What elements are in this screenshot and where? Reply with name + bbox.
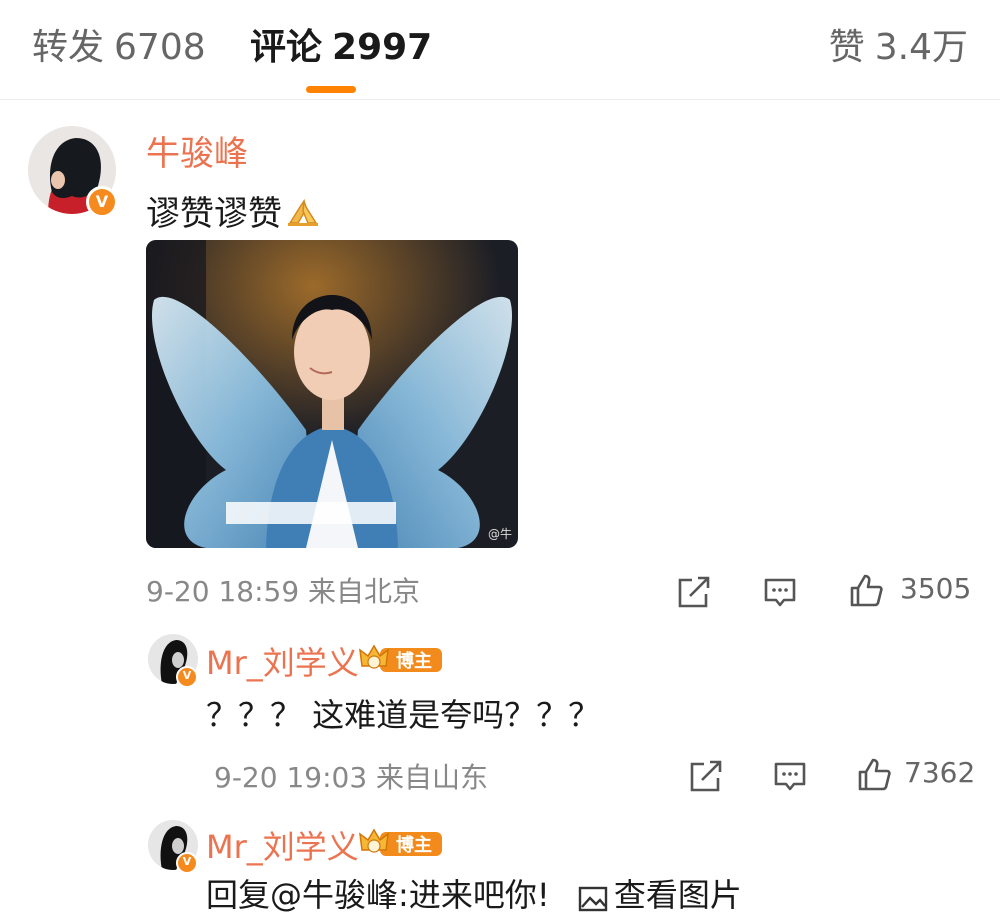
tab-comments[interactable]: 评论 2997	[250, 24, 432, 72]
reply-username[interactable]: Mr_刘学义	[206, 822, 359, 868]
image-watermark: @牛	[487, 527, 512, 541]
reply-text: 回复@牛骏峰:进来吧你! 查看图片	[206, 870, 742, 915]
like-icon[interactable]	[856, 756, 892, 792]
picture-icon	[578, 883, 608, 912]
tab-likes[interactable]: 赞 3.4万	[829, 24, 968, 72]
comment-icon[interactable]	[772, 758, 808, 794]
blogger-label: 博主	[396, 651, 432, 672]
reply-time: 9-20 19:03	[214, 761, 368, 794]
blogger-badge: 博主	[358, 826, 444, 860]
active-tab-indicator	[306, 86, 356, 93]
tab-bar: 转发 6708 评论 2997 赞 3.4万	[0, 0, 1000, 100]
comment-icon[interactable]	[762, 574, 798, 610]
comment-username[interactable]: 牛骏峰	[146, 126, 248, 175]
tab-comments-label: 评论	[250, 27, 323, 68]
comment-text-content: 谬赞谬赞	[146, 194, 282, 234]
mention-link[interactable]: @牛骏峰	[270, 876, 398, 914]
verified-badge-icon: V	[176, 852, 198, 874]
comment-image[interactable]: @牛	[146, 240, 518, 548]
view-image-label: 查看图片	[613, 876, 742, 914]
reply-text-content: :进来吧你!	[398, 876, 550, 914]
blogger-label: 博主	[396, 835, 432, 856]
tab-reposts-count: 6708	[114, 27, 206, 68]
verified-badge-icon: V	[176, 666, 198, 688]
reply-prefix: 回复	[206, 876, 271, 914]
fairy-wings-photo	[146, 240, 518, 548]
reply-text: ？？？ 这难道是夸吗？？？	[206, 696, 601, 734]
tab-reposts[interactable]: 转发 6708	[32, 24, 206, 72]
pray-hands-icon	[286, 196, 320, 236]
tab-reposts-label: 转发	[32, 27, 105, 68]
comment-location: 来自北京	[308, 575, 421, 608]
comment-text: 谬赞谬赞	[146, 186, 320, 236]
reply-location: 来自山东	[376, 761, 489, 794]
reply-username[interactable]: Mr_刘学义	[206, 638, 359, 684]
tab-likes-label: 赞	[828, 27, 865, 68]
like-count: 7362	[904, 756, 976, 789]
like-icon[interactable]	[848, 572, 884, 608]
blogger-badge: 博主	[358, 642, 444, 676]
view-image-link[interactable]: 查看图片	[578, 870, 742, 915]
comment-meta: 9-20 18:59 来自北京	[146, 570, 420, 610]
like-count: 3505	[900, 572, 972, 605]
reply-meta: 9-20 19:03 来自山东	[214, 756, 488, 796]
verified-badge-icon: V	[86, 186, 118, 218]
share-icon[interactable]	[676, 574, 712, 610]
comment-time: 9-20 18:59	[146, 575, 300, 608]
tab-likes-count: 3.4万	[874, 27, 968, 68]
share-icon[interactable]	[688, 758, 724, 794]
tab-comments-count: 2997	[332, 27, 433, 68]
